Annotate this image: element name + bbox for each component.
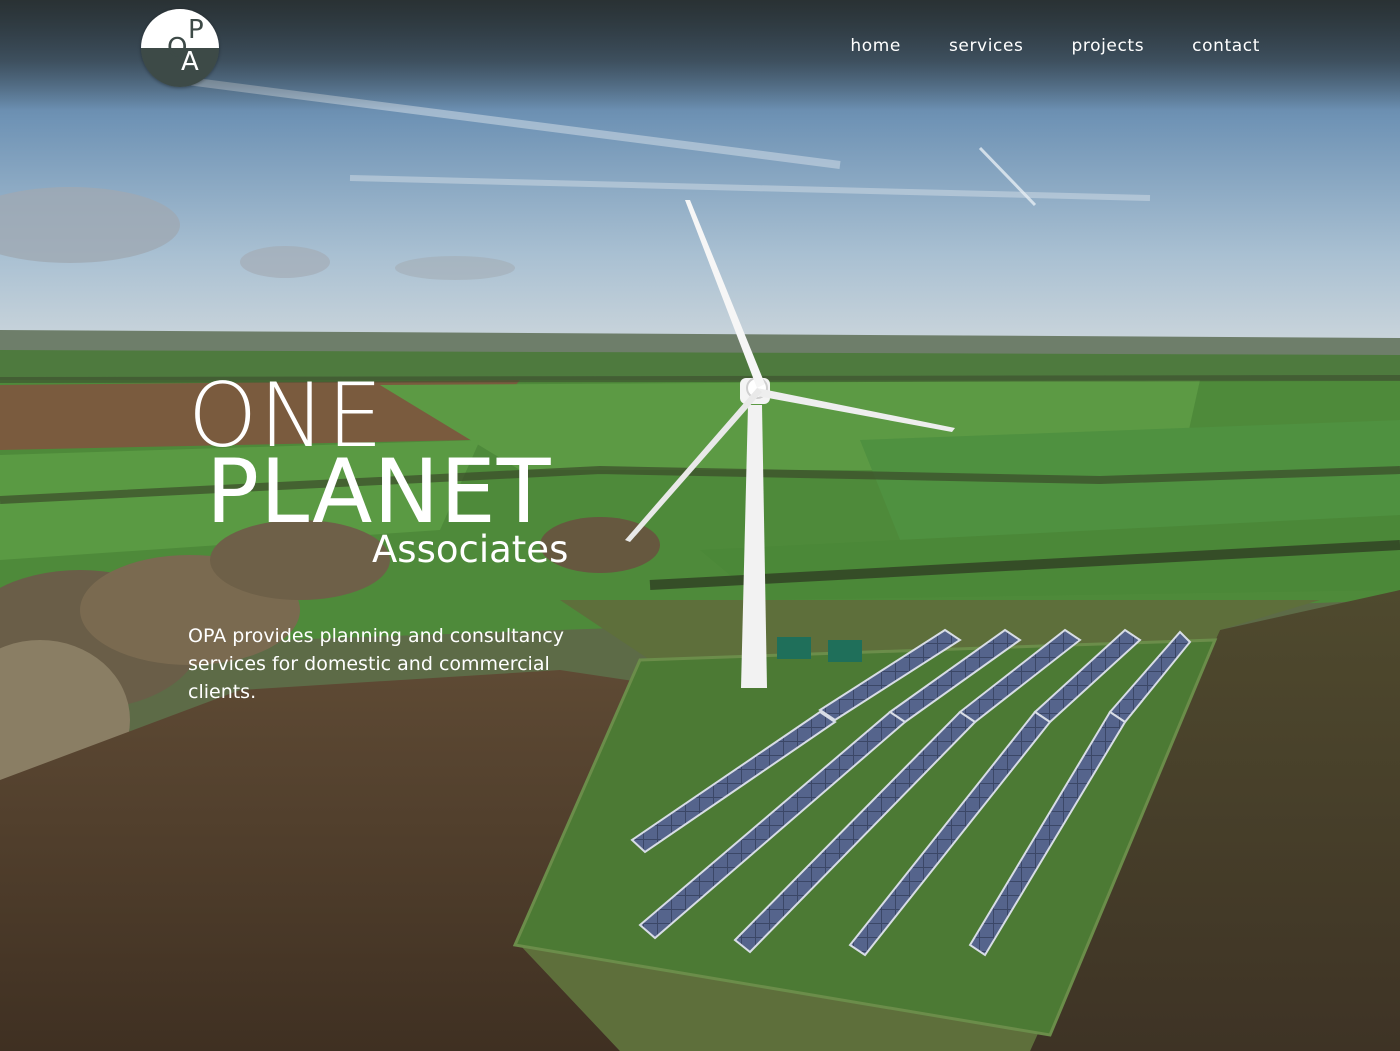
nav-projects-link[interactable]: projects	[1072, 36, 1145, 56]
brand-title-line2: PLANET	[206, 440, 552, 543]
hero-tagline: OPA provides planning and consultancy se…	[188, 625, 564, 703]
nav-home-link[interactable]: home	[850, 36, 901, 56]
logo[interactable]: O P A	[141, 9, 219, 87]
main-nav: home services projects contact	[850, 36, 1260, 56]
nav-contact-link[interactable]: contact	[1192, 36, 1260, 56]
logo-letter-a: A	[181, 47, 199, 77]
logo-letter-p: P	[188, 15, 204, 45]
brand-title-line3: Associates	[372, 528, 569, 571]
nav-services-link[interactable]: services	[949, 36, 1024, 56]
top-navigation-bar: O P A home services projects contact	[0, 0, 1400, 110]
